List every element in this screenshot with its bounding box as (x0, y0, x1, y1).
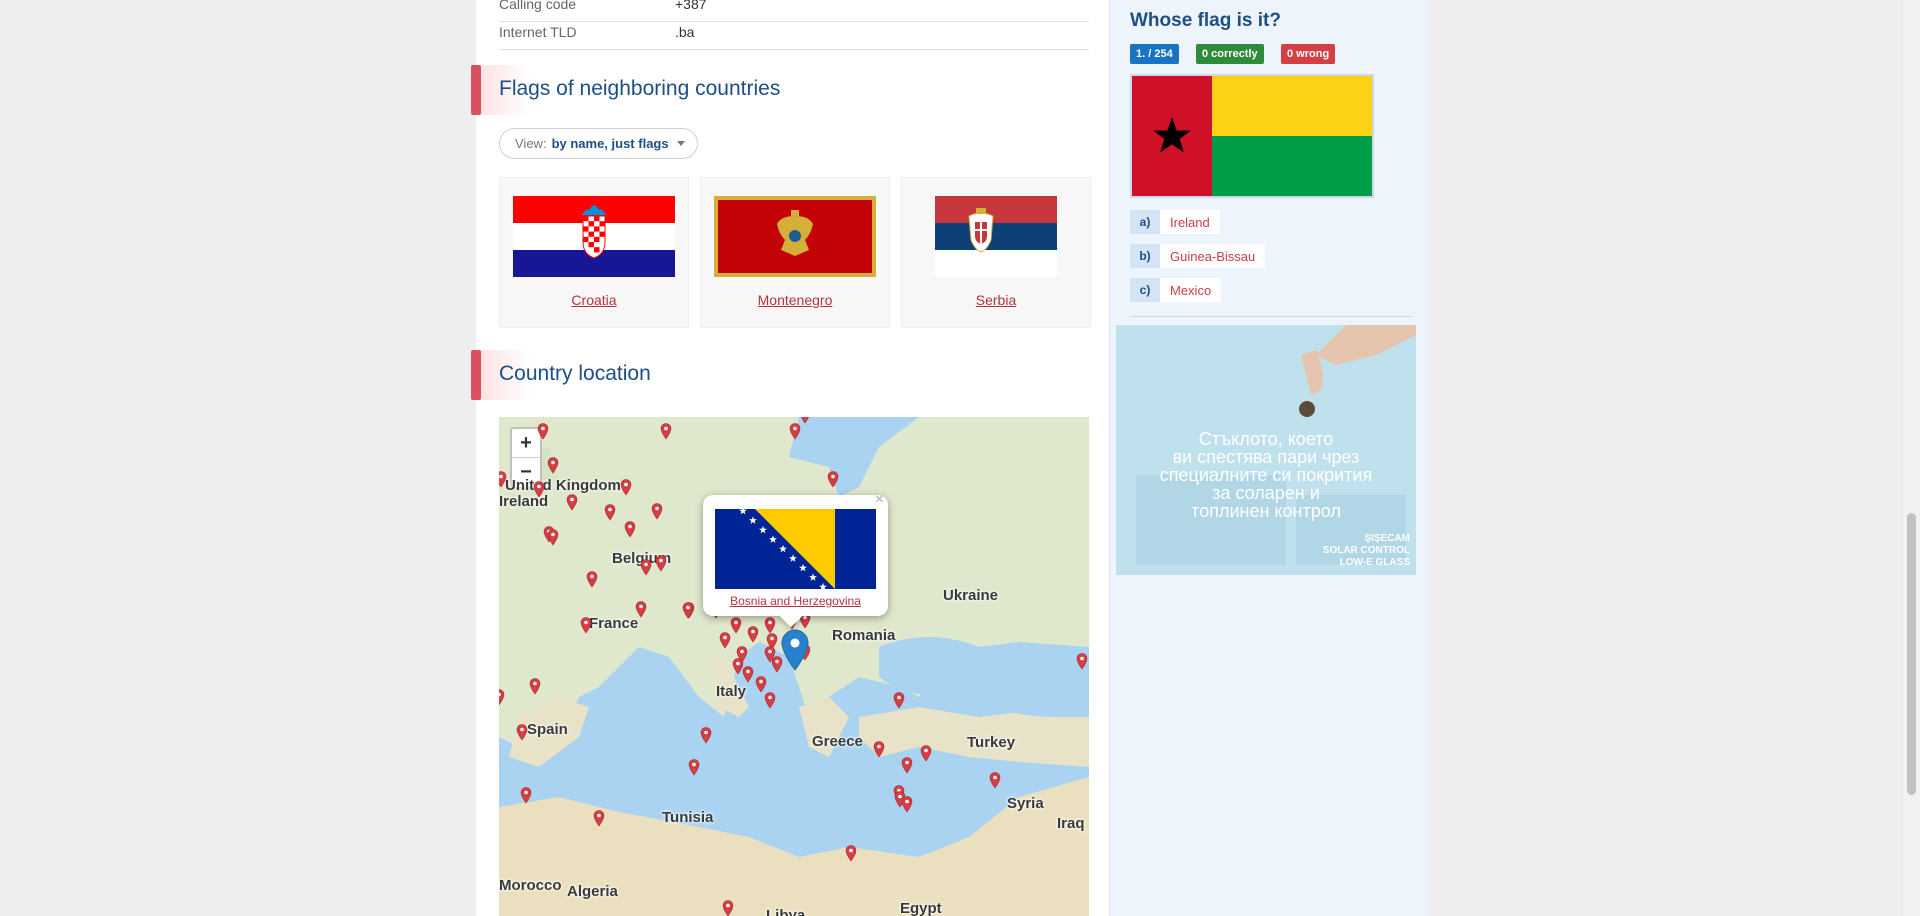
section-marker (471, 350, 481, 400)
caret-down-icon (676, 141, 685, 146)
info-value: .ba (675, 23, 695, 40)
map-label: France (589, 615, 639, 632)
info-label: Calling code (499, 0, 577, 12)
option-text[interactable]: Ireland (1160, 210, 1220, 234)
map-label: Italy (716, 683, 747, 700)
view-dropdown[interactable]: View: by name, just flags (499, 128, 698, 159)
selected-map-marker-icon[interactable] (780, 629, 810, 671)
map-label: United Kingdom (505, 477, 621, 494)
neighbor-card-croatia[interactable]: Croatia (499, 177, 689, 328)
map-label: Tunisia (662, 809, 714, 826)
croatia-flag[interactable] (513, 196, 675, 277)
map-label: Ukraine (943, 587, 999, 604)
neighbor-card-montenegro[interactable]: Montenegro (700, 177, 890, 328)
map-label: Libya (766, 907, 806, 916)
option-key: b) (1130, 244, 1160, 268)
quiz-flag-guinea-bissau (1130, 74, 1374, 198)
map-label: Greece (812, 733, 863, 750)
section-marker (471, 65, 481, 115)
ad-brand: ŞIŞECAM SOLAR CONTROL LOW-E GLASS (1323, 533, 1410, 569)
advertisement[interactable]: Стъклото, което ви спестява пари чрез сп… (1116, 325, 1416, 575)
quiz-correct-badge: 0 correctly (1196, 44, 1264, 64)
main-content: Calling code +387 Internet TLD .ba Flags… (471, 0, 1109, 916)
info-label: Internet TLD (499, 23, 577, 40)
quiz-option-a[interactable]: a) Ireland (1130, 210, 1220, 234)
popup-close-icon[interactable]: × (875, 491, 884, 509)
neighbor-link[interactable]: Serbia (902, 292, 1090, 308)
ad-brand-sub: SOLAR CONTROL (1322, 545, 1410, 556)
montenegro-flag[interactable] (714, 196, 876, 277)
ad-brand-name: ŞIŞECAM (1364, 533, 1410, 544)
map-label: Romania (832, 627, 896, 644)
section-title-location: Country location (499, 362, 651, 385)
popup-country-link[interactable]: Bosnia and Herzegovina (703, 594, 888, 608)
neighbor-link[interactable]: Croatia (500, 292, 688, 308)
map-label: Ireland (499, 493, 549, 510)
page-scrollbar[interactable] (1903, 0, 1920, 916)
map-label: Egypt (900, 900, 942, 916)
sidebar: Whose flag is it? 1. / 254 0 correctly 0… (1109, 0, 1427, 916)
divider (1130, 316, 1412, 317)
ad-line: Стъклото, което (1198, 429, 1334, 449)
map-label: Syria (1007, 795, 1044, 812)
serbia-flag[interactable] (935, 196, 1057, 277)
map-label: Belgium (612, 550, 672, 567)
zoom-in-button[interactable]: + (512, 429, 540, 458)
ad-line: за соларен и (1212, 483, 1320, 503)
info-value: +387 (675, 0, 707, 12)
quiz-wrong-badge: 0 wrong (1281, 44, 1336, 64)
option-key: c) (1130, 278, 1160, 302)
option-text[interactable]: Mexico (1160, 278, 1222, 302)
neighbor-link[interactable]: Montenegro (701, 292, 889, 308)
quiz-option-c[interactable]: c) Mexico (1130, 278, 1222, 302)
view-value: by name, just flags (551, 136, 669, 151)
quiz-progress-badge: 1. / 254 (1130, 44, 1179, 64)
ad-line: специалните си покрития (1159, 465, 1373, 485)
ad-line: топлинен контрол (1191, 501, 1341, 521)
map-label: Algeria (567, 883, 618, 900)
ad-brand-sub: LOW-E GLASS (1339, 557, 1410, 568)
info-row-tld: Internet TLD .ba (499, 14, 1089, 50)
option-key: a) (1130, 210, 1160, 234)
quiz-title: Whose flag is it? (1130, 10, 1281, 31)
view-label: View: (515, 136, 547, 151)
country-map[interactable]: + − United Kingdom Ireland Belgium Franc… (499, 417, 1089, 916)
map-label: Turkey (967, 734, 1016, 751)
map-label: Spain (527, 721, 568, 738)
scrollbar-thumb[interactable] (1907, 513, 1916, 795)
map-popup: × Bosnia and Herzegovina (703, 491, 888, 628)
section-title-neighbors: Flags of neighboring countries (499, 77, 781, 100)
map-label: Morocco (499, 877, 562, 894)
ad-text: Стъклото, което ви спестява пари чрез сп… (1116, 430, 1416, 520)
option-text[interactable]: Guinea-Bissau (1160, 244, 1266, 268)
quiz-option-b[interactable]: b) Guinea-Bissau (1130, 244, 1266, 268)
bosnia-flag (715, 509, 876, 589)
ad-line: ви спестява пари чрез (1172, 447, 1360, 467)
neighbor-card-serbia[interactable]: Serbia (901, 177, 1091, 328)
map-label: Iraq (1057, 815, 1085, 832)
